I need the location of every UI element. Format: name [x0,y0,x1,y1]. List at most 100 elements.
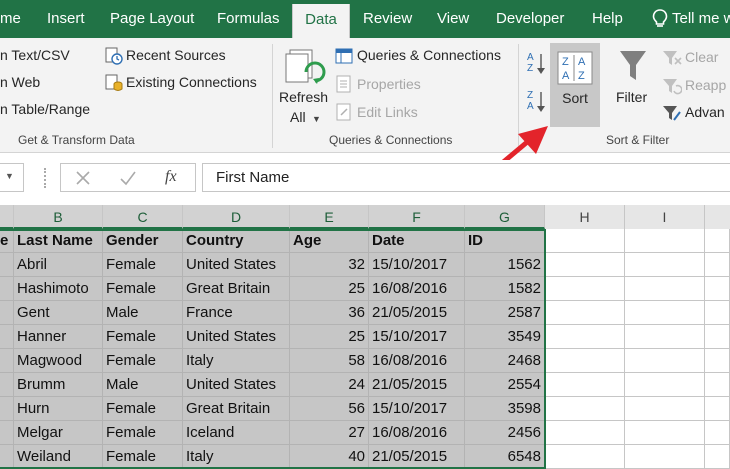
table-cell[interactable] [705,421,730,445]
header-cell[interactable] [625,229,705,253]
name-box[interactable]: ▼ [0,163,24,192]
table-cell[interactable] [0,397,14,421]
table-cell[interactable]: 32 [290,253,369,277]
table-cell[interactable] [0,301,14,325]
table-cell[interactable] [545,397,625,421]
table-cell[interactable] [705,253,730,277]
table-cell[interactable]: 2468 [465,349,545,373]
table-cell[interactable]: Melgar [14,421,103,445]
tab-help[interactable]: Help [592,0,623,38]
sort-a-to-z-button[interactable]: A Z [527,52,547,82]
table-cell[interactable]: 2587 [465,301,545,325]
tab-view[interactable]: View [437,0,469,38]
table-cell[interactable] [0,373,14,397]
header-cell[interactable] [705,229,730,253]
column-header-h[interactable]: H [545,205,625,229]
table-cell[interactable]: 16/08/2016 [369,349,465,373]
table-cell[interactable]: Great Britain [183,277,290,301]
table-cell[interactable] [545,253,625,277]
table-cell[interactable]: 15/10/2017 [369,325,465,349]
existing-connections-button[interactable]: Existing Connections [126,74,257,90]
table-cell[interactable] [705,397,730,421]
table-cell[interactable] [0,349,14,373]
queries-connections-button[interactable]: Queries & Connections [357,47,501,63]
table-cell[interactable]: Hashimoto [14,277,103,301]
table-cell[interactable]: France [183,301,290,325]
table-cell[interactable] [705,277,730,301]
table-cell[interactable] [625,397,705,421]
sort-button[interactable]: Z A A Z Sort [550,43,600,127]
table-cell[interactable]: Brumm [14,373,103,397]
table-cell[interactable]: 2554 [465,373,545,397]
header-cell[interactable]: Last Name [14,229,103,253]
reapply-button[interactable]: Reapp [685,77,726,93]
edit-links-button[interactable]: Edit Links [357,104,418,120]
table-cell[interactable]: 40 [290,445,369,469]
header-cell[interactable]: e [0,229,14,253]
column-header-j[interactable] [705,205,730,229]
tab-data[interactable]: Data [292,4,350,38]
tab-developer[interactable]: Developer [496,0,564,38]
table-cell[interactable] [0,253,14,277]
table-cell[interactable] [625,373,705,397]
sort-z-to-a-button[interactable]: Z A [527,90,547,120]
from-web-button[interactable]: n Web [0,74,40,90]
table-cell[interactable]: 21/05/2015 [369,301,465,325]
table-cell[interactable]: Hanner [14,325,103,349]
table-cell[interactable] [625,421,705,445]
table-cell[interactable]: 56 [290,397,369,421]
insert-function-button[interactable]: fx [165,168,177,186]
tab-formulas[interactable]: Formulas [217,0,280,38]
clear-button[interactable]: Clear [685,49,718,65]
table-cell[interactable] [625,301,705,325]
table-cell[interactable]: Female [103,421,183,445]
table-cell[interactable]: 16/08/2016 [369,277,465,301]
table-cell[interactable]: United States [183,253,290,277]
tab-insert[interactable]: Insert [47,0,85,38]
properties-button[interactable]: Properties [357,76,421,92]
from-text-csv-button[interactable]: n Text/CSV [0,47,70,63]
table-cell[interactable]: 2456 [465,421,545,445]
table-cell[interactable] [705,301,730,325]
formula-input[interactable]: First Name [202,163,730,192]
table-cell[interactable]: Female [103,445,183,469]
table-cell[interactable]: Female [103,397,183,421]
table-cell[interactable] [625,445,705,469]
column-header-g[interactable]: G [465,205,545,229]
table-cell[interactable] [705,445,730,469]
table-cell[interactable]: 21/05/2015 [369,445,465,469]
table-cell[interactable] [545,325,625,349]
recent-sources-button[interactable]: Recent Sources [126,47,226,63]
filter-button[interactable]: Filter [616,89,647,105]
table-cell[interactable] [545,277,625,301]
table-cell[interactable] [0,325,14,349]
refresh-all-icon[interactable] [284,46,328,90]
table-cell[interactable]: 24 [290,373,369,397]
table-cell[interactable]: 25 [290,325,369,349]
column-header-f[interactable]: F [369,205,465,229]
table-cell[interactable]: Abril [14,253,103,277]
table-cell[interactable]: Female [103,277,183,301]
cancel-icon[interactable] [75,170,91,186]
column-header-b[interactable]: B [14,205,103,229]
table-cell[interactable]: Female [103,253,183,277]
table-cell[interactable] [545,421,625,445]
table-cell[interactable]: Hurn [14,397,103,421]
table-cell[interactable]: 15/10/2017 [369,253,465,277]
table-cell[interactable] [705,373,730,397]
table-cell[interactable] [0,277,14,301]
cell-grid[interactable]: e Last Name Gender Country Age Date ID Abril Fem… [0,229,730,469]
refresh-all-label-2[interactable]: All [290,109,306,125]
table-cell[interactable]: Weiland [14,445,103,469]
table-cell[interactable]: United States [183,373,290,397]
table-cell[interactable] [625,325,705,349]
column-header-c[interactable]: C [103,205,183,229]
table-cell[interactable]: Female [103,325,183,349]
table-cell[interactable]: 3598 [465,397,545,421]
table-cell[interactable]: 16/08/2016 [369,421,465,445]
table-cell[interactable]: 25 [290,277,369,301]
table-cell[interactable]: 36 [290,301,369,325]
table-cell[interactable] [545,349,625,373]
chevron-down-icon[interactable]: ▼ [312,114,321,124]
table-cell[interactable]: Male [103,301,183,325]
